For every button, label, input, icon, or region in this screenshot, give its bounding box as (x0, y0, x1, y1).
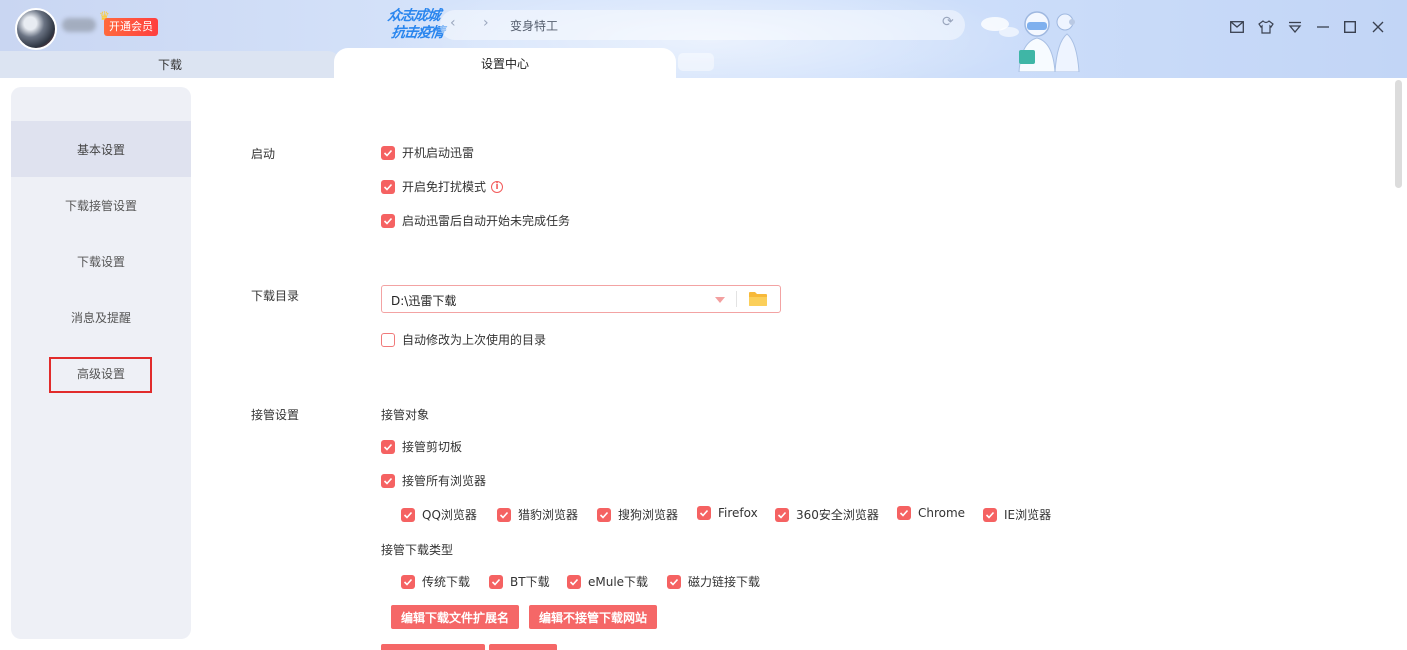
checkbox-auto-update-dir[interactable]: 自动修改为上次使用的目录 (381, 331, 546, 348)
checkbox-type-emule[interactable]: eMule下载 (567, 573, 648, 590)
checkbox-checked-icon (381, 440, 395, 454)
close-icon[interactable] (1367, 16, 1389, 38)
download-dir-select[interactable]: D:\迅雷下载 (381, 285, 781, 313)
title-bar: ♛ 开通会员 众志成城 抗击疫情 ‹ › 变身特工 ⟳ 下载 设置中 (0, 0, 1407, 78)
checkbox-resume-tasks[interactable]: 启动迅雷后自动开始未完成任务 (381, 212, 570, 229)
checkbox-checked-icon (897, 506, 911, 520)
tab-settings[interactable]: 设置中心 (334, 48, 676, 78)
edit-extensions-button[interactable]: 编辑下载文件扩展名 (391, 605, 519, 629)
tab-download[interactable]: 下载 (0, 51, 340, 78)
checkbox-label: Chrome (918, 506, 965, 520)
checkbox-label: IE浏览器 (1004, 506, 1051, 523)
sidebar-item-basic[interactable]: 基本设置 (11, 121, 191, 177)
checkbox-label: 自动修改为上次使用的目录 (402, 331, 546, 348)
checkbox-checked-icon (381, 146, 395, 160)
checkbox-checked-icon (597, 508, 611, 522)
doctors-illustration-icon (975, 2, 1105, 72)
checkbox-all-browsers[interactable]: 接管所有浏览器 (381, 472, 486, 489)
checkbox-type-normal[interactable]: 传统下载 (401, 573, 470, 590)
checkbox-checked-icon (667, 575, 681, 589)
checkbox-checked-icon (497, 508, 511, 522)
edit-excluded-sites-button[interactable]: 编辑不接管下载网站 (529, 605, 657, 629)
checkbox-label: 开启免打扰模式 (402, 178, 486, 195)
checkbox-do-not-disturb[interactable]: 开启免打扰模式 i (381, 178, 503, 195)
sidebar-item-label: 下载接管设置 (65, 197, 137, 214)
sidebar-item-label: 基本设置 (77, 141, 125, 158)
refresh-icon[interactable]: ⟳ (942, 14, 954, 30)
more-button-partial-2[interactable] (489, 644, 557, 650)
checkbox-type-magnet[interactable]: 磁力链接下载 (667, 573, 760, 590)
checkbox-type-bt[interactable]: BT下载 (489, 573, 550, 590)
download-dir-value: D:\迅雷下载 (391, 292, 456, 309)
checkbox-autostart[interactable]: 开机启动迅雷 (381, 144, 474, 161)
checkbox-label: 启动迅雷后自动开始未完成任务 (402, 212, 570, 229)
avatar[interactable] (15, 8, 57, 50)
minimize-icon[interactable] (1312, 16, 1334, 38)
vip-button[interactable]: 开通会员 (104, 18, 158, 36)
checkbox-checked-icon (489, 575, 503, 589)
checkbox-label: 开机启动迅雷 (402, 144, 474, 161)
sidebar-item-takeover[interactable]: 下载接管设置 (11, 177, 191, 233)
sidebar-item-download[interactable]: 下载设置 (11, 233, 191, 289)
more-button-partial[interactable] (381, 644, 485, 650)
checkbox-label: 传统下载 (422, 573, 470, 590)
checkbox-label: 搜狗浏览器 (618, 506, 678, 523)
checkbox-browser-qq[interactable]: QQ浏览器 (401, 506, 477, 523)
checkbox-label: 360安全浏览器 (796, 506, 879, 523)
sidebar-item-label: 消息及提醒 (71, 309, 131, 326)
checkbox-checked-icon (381, 474, 395, 488)
checkbox-label: QQ浏览器 (422, 506, 477, 523)
checkbox-checked-icon (697, 506, 711, 520)
takeover-type-label: 接管下载类型 (381, 541, 453, 558)
checkbox-label: 磁力链接下载 (688, 573, 760, 590)
info-icon[interactable]: i (491, 181, 503, 193)
checkbox-browser-ie[interactable]: IE浏览器 (983, 506, 1051, 523)
tab-download-label: 下载 (158, 56, 182, 73)
checkbox-label: Firefox (718, 506, 758, 520)
section-download-dir-label: 下载目录 (251, 287, 299, 304)
sidebar-item-notifications[interactable]: 消息及提醒 (11, 289, 191, 345)
menu-icon[interactable] (1284, 16, 1306, 38)
checkbox-label: eMule下载 (588, 573, 648, 590)
checkbox-label: 猎豹浏览器 (518, 506, 578, 523)
highlight-box (49, 357, 152, 393)
checkbox-browser-sogou[interactable]: 搜狗浏览器 (597, 506, 678, 523)
checkbox-browser-liebao[interactable]: 猎豹浏览器 (497, 506, 578, 523)
checkbox-label: 接管剪切板 (402, 438, 462, 455)
section-takeover-label: 接管设置 (251, 406, 299, 423)
sidebar-item-label: 下载设置 (77, 253, 125, 270)
mail-icon[interactable] (1226, 16, 1248, 38)
checkbox-clipboard[interactable]: 接管剪切板 (381, 438, 462, 455)
checkbox-browser-firefox[interactable]: Firefox (697, 506, 758, 520)
skin-icon[interactable] (1255, 16, 1277, 38)
username-blurred[interactable] (62, 18, 96, 32)
takeover-target-label: 接管对象 (381, 406, 429, 423)
divider (736, 291, 737, 307)
scrollbar-thumb[interactable] (1395, 80, 1402, 188)
checkbox-label: BT下载 (510, 573, 550, 590)
settings-content: 基本设置 下载接管设置 下载设置 消息及提醒 高级设置 启动 开机启动迅雷 开启… (0, 78, 1407, 650)
caret-down-icon[interactable] (715, 297, 725, 303)
checkbox-checked-icon (567, 575, 581, 589)
folder-icon[interactable] (748, 291, 768, 307)
address-text[interactable]: 变身特工 (510, 17, 558, 34)
checkbox-checked-icon (983, 508, 997, 522)
tab-settings-label: 设置中心 (481, 55, 529, 72)
checkbox-checked-icon (401, 575, 415, 589)
checkbox-browser-360[interactable]: 360安全浏览器 (775, 506, 879, 523)
section-startup-label: 启动 (251, 145, 275, 162)
checkbox-label: 接管所有浏览器 (402, 472, 486, 489)
chevron-left-icon[interactable]: ‹ (450, 15, 456, 31)
new-tab-button[interactable] (678, 53, 714, 71)
chevron-right-icon[interactable]: › (483, 15, 489, 31)
checkbox-checked-icon (381, 180, 395, 194)
checkbox-checked-icon (401, 508, 415, 522)
maximize-icon[interactable] (1339, 16, 1361, 38)
checkbox-browser-chrome[interactable]: Chrome (897, 506, 965, 520)
checkbox-unchecked-icon (381, 333, 395, 347)
checkbox-checked-icon (381, 214, 395, 228)
checkbox-checked-icon (775, 508, 789, 522)
